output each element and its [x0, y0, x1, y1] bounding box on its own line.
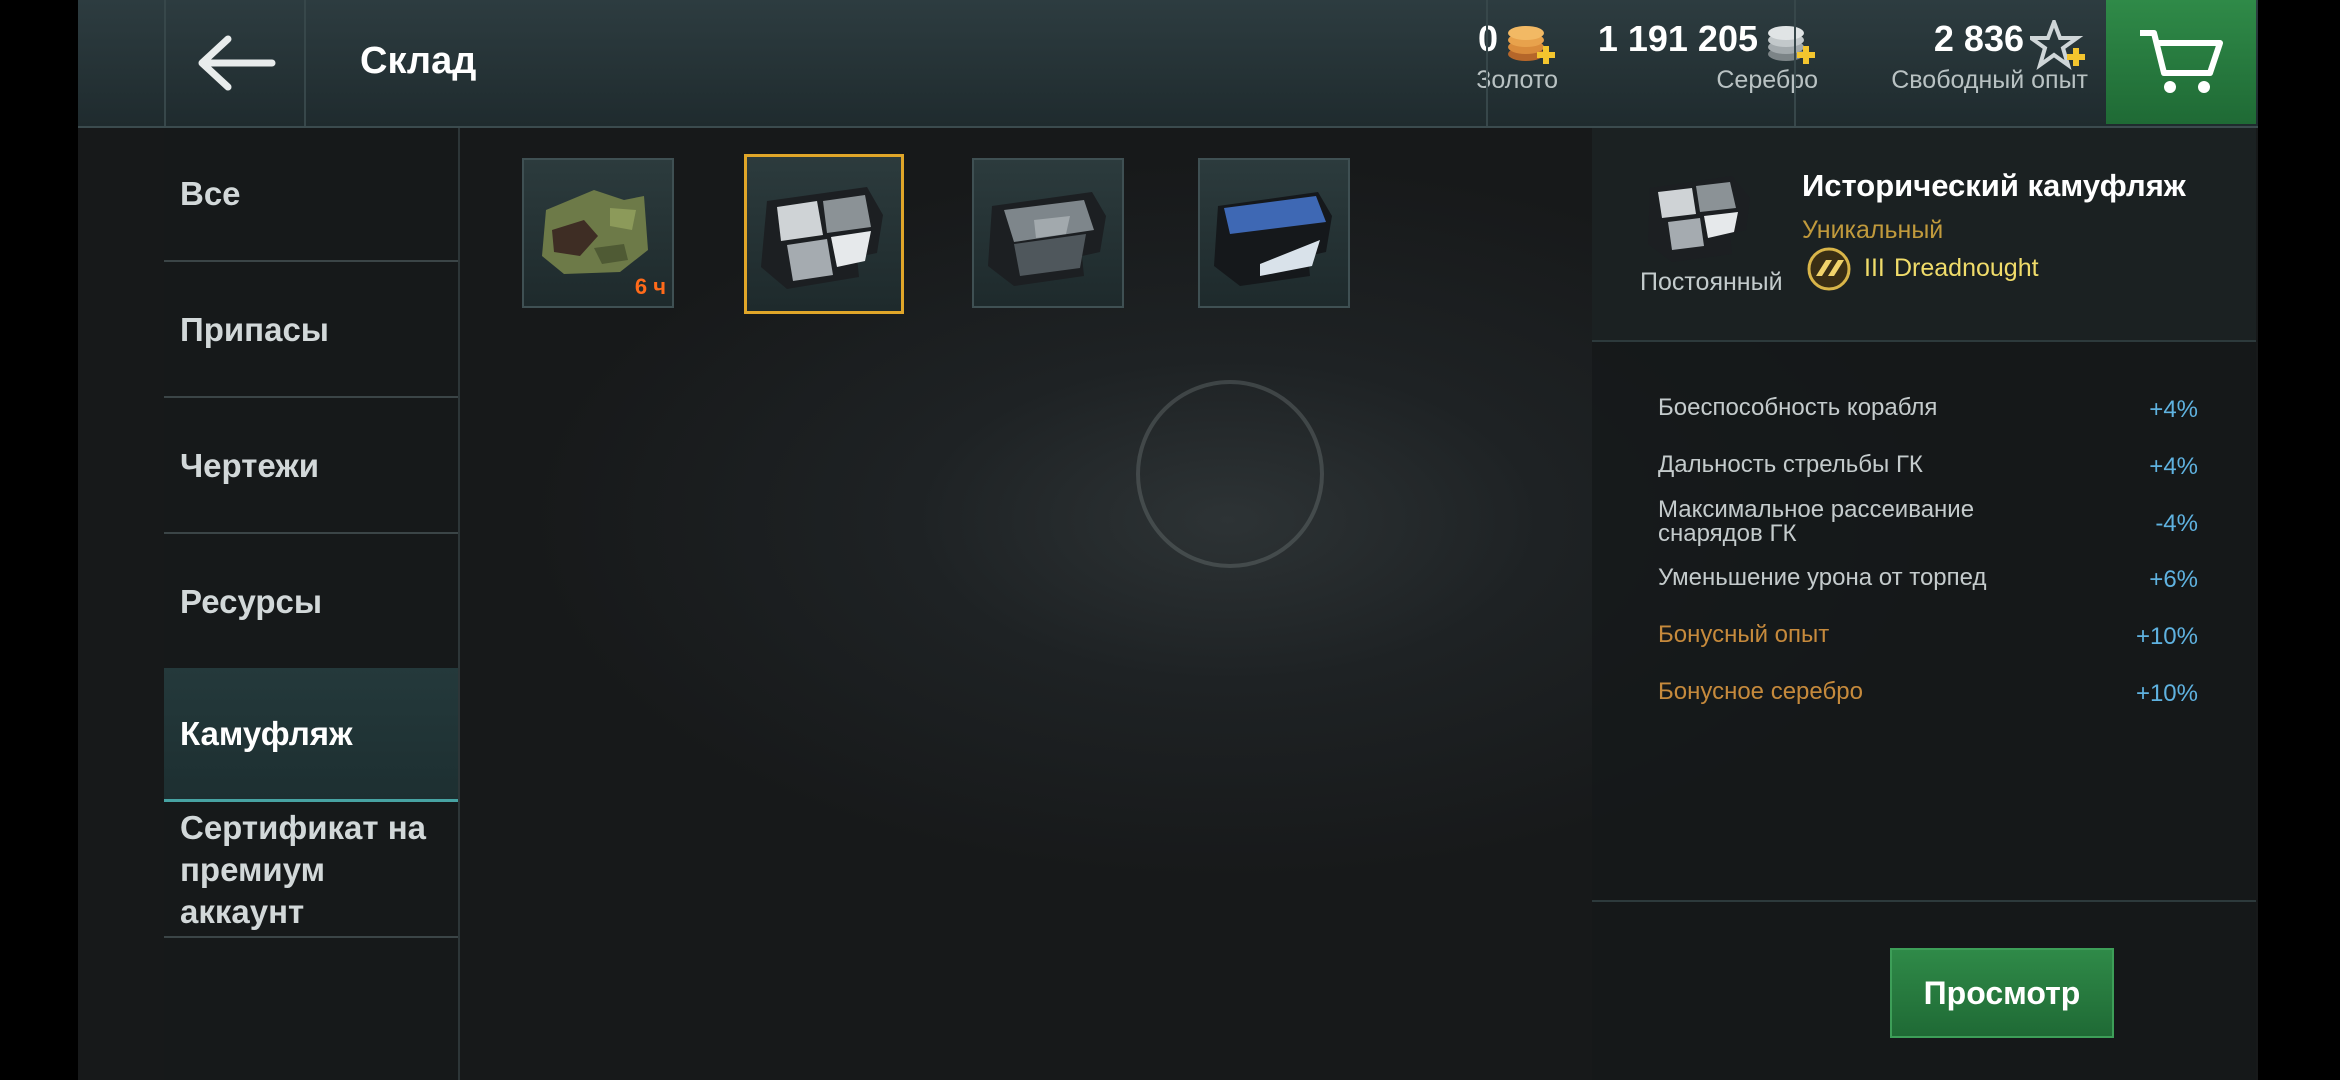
header-divider [1486, 0, 1488, 126]
sidebar-item-blueprints[interactable]: Чертежи [164, 400, 458, 534]
stat-value: +10% [2135, 680, 2198, 707]
silver-coins-plus-icon [1768, 26, 1815, 64]
panel-divider [1592, 900, 2256, 902]
stat-value: +10% [2135, 623, 2198, 650]
camo-item-blue[interactable] [1198, 158, 1350, 308]
arrow-left-icon [198, 35, 276, 91]
category-sidebar: Все Припасы Чертежи Ресурсы Камуфляж Сер… [164, 128, 460, 1080]
sidebar-item-resources[interactable]: Ресурсы [164, 536, 458, 670]
item-details-panel: Исторический камуфляж Уникальный Постоян… [1592, 128, 2256, 1080]
cart-icon [2140, 30, 2223, 93]
stat-value: +4% [2149, 453, 2198, 480]
ship-class-badge-icon [1807, 247, 1851, 291]
sidebar-item-camouflage[interactable]: Камуфляж [164, 668, 458, 802]
camo-item-olive[interactable]: 6 ч [522, 158, 674, 308]
stat-name: Боеспособность корабля [1658, 394, 1938, 421]
app-root: Склад 0 Золото 1 191 205 Серебро [78, 0, 2258, 1080]
free-xp-balance[interactable]: 2 836 Свободный опыт [1818, 18, 2088, 108]
sidebar-item-label: Припасы [180, 311, 329, 348]
stat-name: Максимальное рассеивание снарядов ГК [1658, 496, 1975, 547]
sidebar-item-consumables[interactable]: Припасы [164, 264, 458, 398]
item-title: Исторический камуфляж [1802, 168, 2186, 203]
sidebar-item-label: Камуфляж [180, 714, 353, 752]
stat-name: Уменьшение урона от торпед [1658, 564, 1987, 591]
top-bar: Склад 0 Золото 1 191 205 Серебро [78, 0, 2258, 128]
item-rarity: Уникальный [1802, 216, 1944, 244]
page-title: Склад [360, 40, 477, 82]
camouflage-preview-icon [1648, 176, 1750, 262]
silver-label: Серебро [1716, 66, 1818, 94]
camouflage-icon [1214, 192, 1332, 286]
silver-balance[interactable]: 1 191 205 Серебро [1518, 18, 1818, 108]
stat-value: +6% [2149, 566, 2198, 593]
camouflage-icon [988, 192, 1106, 286]
stat-value: +4% [2149, 396, 2198, 423]
sidebar-item-label: Все [180, 175, 241, 212]
header-divider [1794, 0, 1796, 126]
background-crosshair [1136, 380, 1324, 568]
item-details-header: Исторический камуфляж Уникальный Постоян… [1592, 128, 2256, 342]
sidebar-item-label: Сертификат на премиум аккаунт [180, 809, 427, 930]
camouflage-icon [761, 187, 883, 289]
expiry-timer: 6 ч [634, 274, 666, 299]
sidebar-item-all[interactable]: Все [164, 128, 458, 262]
star-plus-icon [2030, 20, 2085, 70]
sidebar-item-premium-certificate[interactable]: Сертификат на премиум аккаунт [164, 804, 458, 938]
stat-name: Дальность стрельбы ГК [1658, 451, 1923, 478]
back-button[interactable] [164, 0, 306, 126]
preview-button[interactable]: Просмотр [1890, 948, 2114, 1038]
sidebar-item-label: Чертежи [180, 447, 320, 484]
stat-name: Бонусное серебро [1658, 678, 1863, 705]
stat-value: -4% [2155, 510, 2198, 537]
ship-name: Dreadnought [1894, 254, 2039, 282]
item-duration: Постоянный [1640, 268, 1783, 296]
sidebar-item-label: Ресурсы [180, 583, 323, 620]
camo-item-historic[interactable] [744, 154, 904, 314]
camo-item-grey[interactable] [972, 158, 1124, 308]
shop-cart-button[interactable] [2106, 0, 2256, 124]
stat-name: Бонусный опыт [1658, 621, 1830, 648]
ship-tier: III [1864, 254, 1885, 282]
